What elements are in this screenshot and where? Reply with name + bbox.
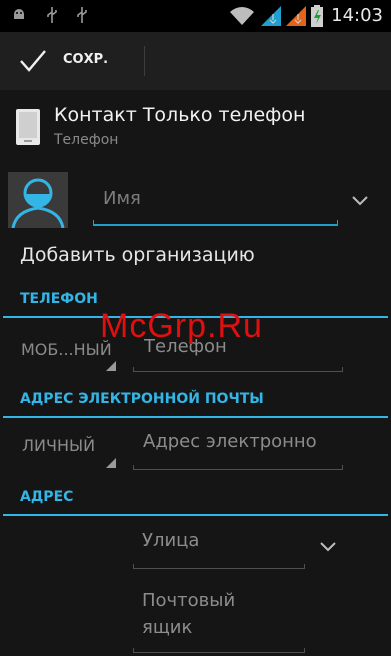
spinner-arrow-icon xyxy=(106,361,116,371)
phone-type-label: МОБ...НЫЙ xyxy=(21,340,112,359)
wifi-icon xyxy=(230,6,254,31)
phone-section-label: ТЕЛЕФОН xyxy=(20,291,98,307)
email-placeholder: Адрес электронно xyxy=(143,431,317,452)
email-section-label: АДРЕС ЭЛЕКТРОННОЙ ПОЧТЫ xyxy=(20,391,264,407)
spinner-arrow-icon xyxy=(106,458,116,468)
add-organization-button[interactable]: Добавить организацию xyxy=(20,244,255,266)
checkmark-icon xyxy=(20,50,46,72)
address-section-label: АДРЕС xyxy=(20,489,74,505)
street-field-underline xyxy=(133,564,305,569)
account-title: Контакт Только телефон xyxy=(54,104,306,126)
watermark-text: McGrp.Ru xyxy=(100,307,263,345)
email-field-underline xyxy=(133,465,343,470)
email-type-label: ЛИЧНЫЙ xyxy=(22,436,96,455)
section-divider xyxy=(3,416,388,418)
name-field[interactable]: Имя xyxy=(93,176,338,226)
usb-icon xyxy=(75,6,89,29)
name-placeholder: Имя xyxy=(103,188,141,209)
chevron-down-icon[interactable] xyxy=(318,536,338,556)
pobox-placeholder-line2: ящик xyxy=(142,617,193,638)
name-field-underline xyxy=(93,220,338,226)
contact-photo-button[interactable] xyxy=(8,172,68,229)
avatar-placeholder-icon xyxy=(11,178,65,229)
phone-device-icon xyxy=(16,109,40,145)
street-placeholder: Улица xyxy=(142,530,200,551)
usb-icon xyxy=(45,6,59,29)
phone-field-underline xyxy=(133,367,343,372)
battery-icon xyxy=(311,5,323,32)
signal-icon xyxy=(286,6,306,31)
action-bar-divider xyxy=(144,46,145,76)
account-header: Контакт Только телефон Телефон xyxy=(0,92,391,154)
signal-icon xyxy=(261,6,281,31)
account-subtitle: Телефон xyxy=(54,132,119,148)
status-bar: 14:03 xyxy=(0,0,391,32)
action-bar: СОХР. xyxy=(0,32,391,90)
pobox-field-underline xyxy=(133,648,305,653)
chevron-down-icon[interactable] xyxy=(350,190,370,210)
save-button-label: СОХР. xyxy=(63,52,109,67)
android-debug-icon xyxy=(10,6,28,29)
clock: 14:03 xyxy=(331,5,383,26)
pobox-placeholder-line1: Почтовый xyxy=(142,590,236,611)
save-button[interactable]: СОХР. xyxy=(0,32,144,90)
section-divider xyxy=(3,514,388,516)
